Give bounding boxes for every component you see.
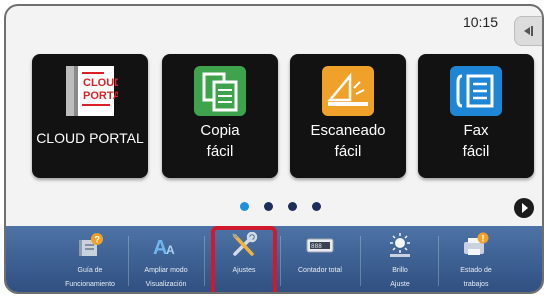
shortcut-label: Ampliar modo Visualización (144, 267, 188, 288)
next-page-button[interactable] (514, 198, 534, 218)
app-tile-fax-facil[interactable]: Fax fácil (418, 54, 534, 178)
shortcut-label: Brillo Ajuste (390, 267, 410, 288)
touch-panel-frame: 10:15 CLOUD PORTAL CLOUD PORTAL (4, 4, 544, 294)
shortcut-ampliar-modo[interactable]: A A Ampliar modo Visualización (128, 226, 204, 292)
side-panel-tab[interactable] (514, 16, 542, 46)
shortcut-ajustes[interactable]: Ajustes (206, 226, 282, 292)
fax-icon (450, 66, 502, 116)
shortcut-label: Estado de trabajos (460, 267, 492, 288)
svg-text:888: 888 (311, 243, 322, 250)
counter-icon: 888 (306, 238, 334, 253)
shortcut-brillo-ajuste[interactable]: Brillo Ajuste (362, 226, 438, 292)
cloud-logo-text-1: CLOUD (83, 77, 118, 89)
shortcut-estado-trabajos[interactable]: ! Estado de trabajos (438, 226, 514, 292)
help-book-icon: ? (79, 233, 103, 256)
shortcut-label: Guía de Funcionamiento (65, 267, 115, 288)
wrench-screwdriver-icon (232, 232, 258, 256)
page-dot[interactable] (288, 202, 297, 211)
shortcut-contador-total[interactable]: 888 Contador total (282, 226, 358, 292)
page-dot[interactable] (264, 202, 273, 211)
cloud-portal-icon: CLOUD PORTAL (66, 66, 118, 116)
app-label: Copia fácil (200, 122, 240, 160)
divider (360, 236, 361, 286)
job-status-icon: ! (464, 232, 489, 255)
page-dot-active[interactable] (240, 202, 249, 211)
shortcut-label: Contador total (298, 267, 342, 274)
app-tile-copia-facil[interactable]: Copia fácil (162, 54, 278, 178)
shortcut-guia-funcionamiento[interactable]: ? Guía de Funcionamiento (52, 226, 128, 292)
app-tile-cloud-portal[interactable]: CLOUD PORTAL CLOUD PORTAL (32, 54, 148, 178)
svg-text:!: ! (482, 234, 485, 244)
cloud-logo-text-2: PORTAL (83, 90, 118, 102)
app-label: CLOUD PORTAL (36, 130, 144, 146)
divider (204, 236, 205, 286)
svg-text:?: ? (95, 235, 101, 245)
app-tile-escaneado-facil[interactable]: Escaneado fácil (290, 54, 406, 178)
page-dot[interactable] (312, 202, 321, 211)
svg-text:A: A (166, 243, 175, 257)
shortcut-bar: ? Guía de Funcionamiento A A Ampliar mod… (6, 226, 542, 292)
divider (280, 236, 281, 286)
shortcut-label: Ajustes (232, 267, 256, 274)
app-label: Escaneado fácil (310, 122, 386, 160)
copy-icon (194, 66, 246, 116)
scan-icon (322, 66, 374, 116)
clock: 10:15 (462, 14, 498, 30)
page-indicator (6, 200, 542, 214)
status-bar: 10:15 (6, 6, 542, 46)
app-tiles: CLOUD PORTAL CLOUD PORTAL Copia fácil (6, 54, 542, 182)
brightness-icon (390, 233, 410, 257)
app-label: Fax fácil (462, 122, 490, 160)
text-enlarge-icon: A A (153, 237, 175, 258)
